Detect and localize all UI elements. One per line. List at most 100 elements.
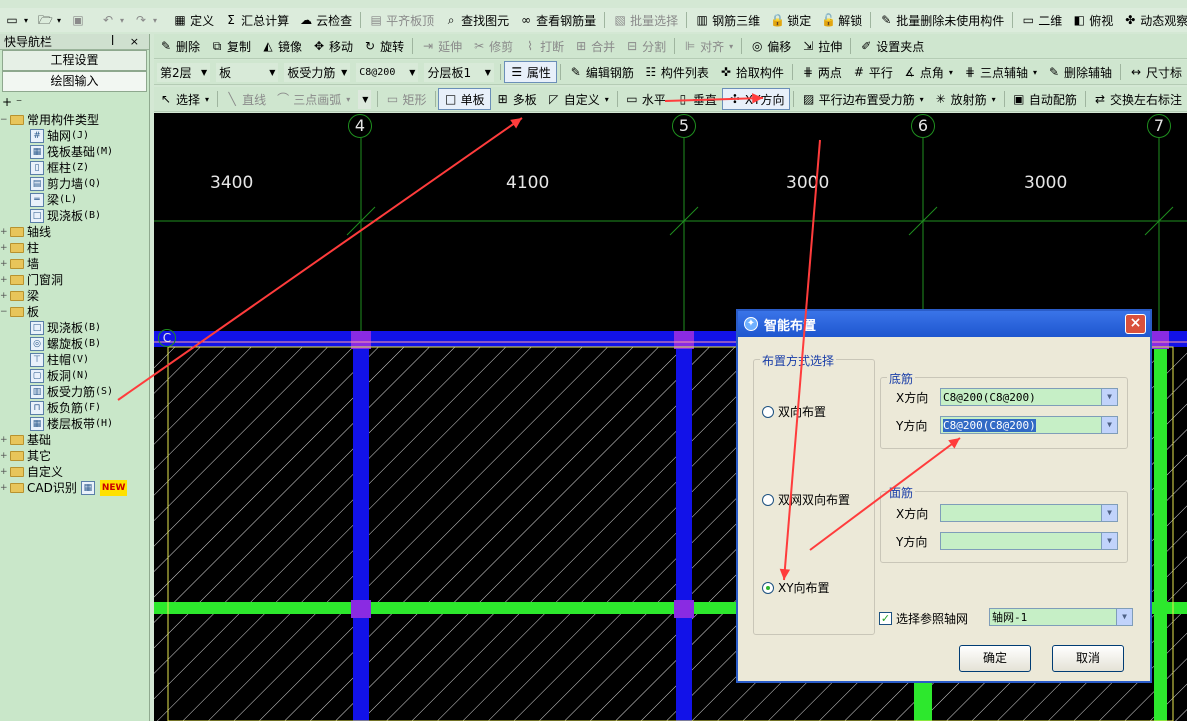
tree-item[interactable]: ◎ 螺旋板 (B): [0, 336, 149, 352]
batch-button[interactable]: ▧ 批量选择: [608, 9, 683, 31]
arc-mode-select[interactable]: ▼: [358, 89, 372, 109]
tree-item[interactable]: □ 现浇板 (B): [0, 320, 149, 336]
properties-button[interactable]: ☰ 属性: [503, 61, 557, 83]
two-point-button[interactable]: ⋕ 两点: [796, 61, 847, 83]
expand-icon[interactable]: +: [0, 432, 10, 448]
pick-button[interactable]: ✜ 拾取构件: [714, 61, 789, 83]
drawing-input-button[interactable]: 绘图输入: [2, 71, 147, 92]
rebar-3d-button[interactable]: ▥ 钢筋三维: [690, 9, 765, 31]
top-view-button[interactable]: ◧ 俯视: [1067, 9, 1118, 31]
table-button[interactable]: ▦ 定义: [168, 9, 219, 31]
cursor-button[interactable]: ↖ 选择 ▾: [154, 88, 214, 110]
layer-select[interactable]: 分层板1 ▼: [424, 62, 494, 82]
grip-button[interactable]: ✐ 设置夹点: [854, 35, 929, 57]
category-select[interactable]: 板 ▼: [216, 62, 279, 82]
tree-folder[interactable]: − 常用构件类型: [0, 112, 149, 128]
offset-button[interactable]: ◎ 偏移: [745, 35, 796, 57]
custom-button[interactable]: ◸ 自定义 ▾: [542, 88, 614, 110]
delete-aux-button[interactable]: ✎ 删除辅轴: [1042, 61, 1117, 83]
tree-folder[interactable]: − 板: [0, 304, 149, 320]
tree-folder[interactable]: + 梁: [0, 288, 149, 304]
tree-item[interactable]: ⊓ 板负筋 (F): [0, 400, 149, 416]
extend-button[interactable]: ⇥ 延伸: [416, 35, 467, 57]
bottom-y-select[interactable]: C8@200(C8@200) ▼: [940, 416, 1118, 434]
top-y-select[interactable]: ▼: [940, 532, 1118, 550]
dropdown-arrow-icon[interactable]: ▾: [920, 95, 924, 104]
mirror-button[interactable]: ◭ 镜像: [256, 35, 307, 57]
rect-button[interactable]: ▭ 矩形: [381, 88, 432, 110]
expand-icon[interactable]: +: [0, 224, 10, 240]
dimension-button[interactable]: ↔ 尺寸标: [1124, 61, 1187, 83]
ref-axis-select[interactable]: 轴网-1 ▼: [989, 608, 1133, 626]
parallel-edge-button[interactable]: ▨ 平行边布置受力筋 ▾: [797, 88, 929, 110]
tree-item[interactable]: ▯ 框柱 (Z): [0, 160, 149, 176]
align-button[interactable]: ⊫ 对齐 ▾: [678, 35, 738, 57]
expand-icon[interactable]: +: [0, 240, 10, 256]
dropdown-arrow-icon[interactable]: ▾: [992, 95, 996, 104]
vertical-button[interactable]: ▯ 垂直: [671, 88, 722, 110]
batch-delete-button[interactable]: ✎ 批量删除未使用构件: [874, 9, 1009, 31]
tree-folder[interactable]: + 自定义: [0, 464, 149, 480]
rotate-button[interactable]: ↻ 旋转: [358, 35, 409, 57]
redo-button[interactable]: ↷ ▾: [129, 9, 162, 31]
three-point-button[interactable]: ⋕ 三点辅轴 ▾: [958, 61, 1042, 83]
radio-double-net[interactable]: 双网双向布置: [762, 491, 850, 508]
expand-icon[interactable]: +: [0, 464, 10, 480]
tree-folder[interactable]: + 柱: [0, 240, 149, 256]
tree-folder[interactable]: + 轴线: [0, 224, 149, 240]
floor-select[interactable]: 第2层 ▼: [157, 62, 211, 82]
find-button[interactable]: ⌕ 查找图元: [439, 9, 514, 31]
expand-icon[interactable]: +: [0, 256, 10, 272]
tree-item[interactable]: ▦ 楼层板带 (H): [0, 416, 149, 432]
top-x-select[interactable]: ▼: [940, 504, 1118, 522]
tree-folder[interactable]: + 其它: [0, 448, 149, 464]
tree-item[interactable]: □ 现浇板 (B): [0, 208, 149, 224]
save-button[interactable]: ▣: [66, 9, 90, 31]
component-type-select[interactable]: 板受力筋 ▼: [284, 62, 351, 82]
sigma-button[interactable]: Σ 汇总计算: [219, 9, 294, 31]
radio-xy-direction[interactable]: XY向布置: [762, 579, 830, 596]
tree-item[interactable]: ═ 梁 (L): [0, 192, 149, 208]
split-button[interactable]: ⊟ 分割: [620, 35, 671, 57]
spec-select[interactable]: C8@200 ▼: [356, 62, 419, 82]
dialog-close-button[interactable]: ×: [1125, 314, 1146, 334]
slab-top-button[interactable]: ▤ 平齐板顶: [364, 9, 439, 31]
ok-button[interactable]: 确定: [959, 645, 1031, 672]
dropdown-arrow-icon[interactable]: ▾: [346, 95, 350, 104]
list-button[interactable]: ☷ 构件列表: [639, 61, 714, 83]
multi-slab-button[interactable]: ⊞ 多板: [491, 88, 542, 110]
dropdown-arrow-icon[interactable]: ▾: [949, 68, 953, 77]
unlock-button[interactable]: 🔓 解锁: [816, 9, 867, 31]
copy-button[interactable]: ⧉ 复制: [205, 35, 256, 57]
trim-button[interactable]: ✂ 修剪: [467, 35, 518, 57]
bottom-x-select[interactable]: C8@200(C8@200) ▼: [940, 388, 1118, 406]
collapse-icon[interactable]: −: [0, 112, 10, 128]
point-angle-button[interactable]: ∡ 点角 ▾: [898, 61, 958, 83]
expand-icon[interactable]: +: [0, 272, 10, 288]
dropdown-arrow-icon[interactable]: ▾: [1033, 68, 1037, 77]
tree-expand-collapse[interactable]: + ⁻: [0, 92, 149, 112]
panel-controls[interactable]: ꟾ ×: [111, 35, 145, 48]
expand-icon[interactable]: +: [0, 288, 10, 304]
stretch-button[interactable]: ⇲ 拉伸: [796, 35, 847, 57]
move-button[interactable]: ✥ 移动: [307, 35, 358, 57]
line-button[interactable]: ╲ 直线: [220, 88, 271, 110]
tree-item[interactable]: # 轴网 (J): [0, 128, 149, 144]
merge-button[interactable]: ⊞ 合并: [569, 35, 620, 57]
new-file-button[interactable]: ▭ ▾: [0, 9, 33, 31]
dropdown-arrow-icon[interactable]: ▾: [605, 95, 609, 104]
break-button[interactable]: ⌇ 打断: [518, 35, 569, 57]
undo-button[interactable]: ↶ ▾: [96, 9, 129, 31]
view-2d-button[interactable]: ▭ 二维: [1016, 9, 1067, 31]
tree-item[interactable]: ▢ 板洞 (N): [0, 368, 149, 384]
tree-item[interactable]: ⊤ 柱帽 (V): [0, 352, 149, 368]
orbit-button[interactable]: ✤ 动态观察: [1118, 9, 1187, 31]
ref-axis-checkbox[interactable]: ✓ 选择参照轴网: [879, 610, 968, 627]
arc-button[interactable]: ⌒ 三点画弧 ▾: [271, 88, 355, 110]
tree-item[interactable]: ▤ 剪力墙 (Q): [0, 176, 149, 192]
project-settings-button[interactable]: 工程设置: [2, 50, 147, 71]
open-file-button[interactable]: 🗁 ▾: [33, 9, 66, 31]
tree-folder[interactable]: + CAD识别 ▦ NEW: [0, 480, 149, 496]
collapse-icon[interactable]: −: [0, 304, 10, 320]
tree-folder[interactable]: + 门窗洞: [0, 272, 149, 288]
